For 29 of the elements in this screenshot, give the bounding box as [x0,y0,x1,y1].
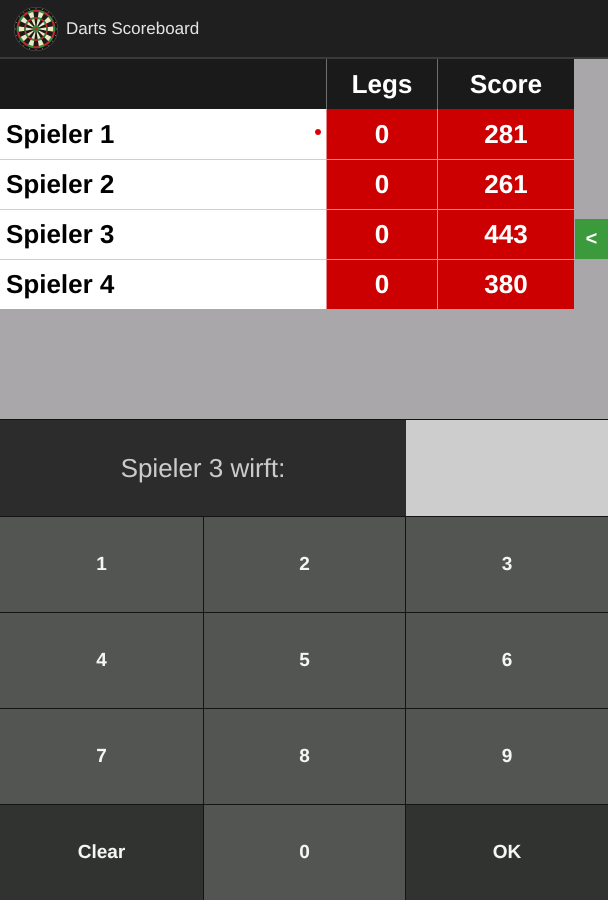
player-name: Spieler 4 [6,269,114,300]
digit-key[interactable]: 8 [204,709,405,804]
digit-key[interactable]: 9 [406,709,608,804]
clear-button[interactable]: Clear [0,805,203,900]
digit-key[interactable]: 1 [0,517,203,612]
digit-key[interactable]: 3 [406,517,608,612]
score-cell: 281 [437,109,574,159]
dartboard-icon [14,6,58,50]
score-cell: 261 [437,159,574,209]
score-input-field[interactable] [406,420,608,516]
score-cell: 443 [437,209,574,259]
digit-key[interactable]: 7 [0,709,203,804]
legs-cell: 0 [326,109,437,159]
prompt-label: Spieler 3 wirft: [0,420,406,516]
ok-button[interactable]: OK [406,805,608,900]
app-title: Darts Scoreboard [66,18,200,38]
digit-key[interactable]: 4 [0,613,203,708]
player-name: Spieler 3 [6,219,114,250]
digit-key[interactable]: 2 [204,517,405,612]
player-name: Spieler 1 [6,118,114,150]
digit-key[interactable]: 6 [406,613,608,708]
legs-cell: 0 [326,259,437,309]
digit-key[interactable]: 0 [204,805,405,900]
digit-key[interactable]: 5 [204,613,405,708]
player-name: Spieler 2 [6,169,114,200]
score-cell: 380 [437,259,574,309]
legs-cell: 0 [326,159,437,209]
turn-indicator: < [575,219,608,259]
legs-cell: 0 [326,209,437,259]
